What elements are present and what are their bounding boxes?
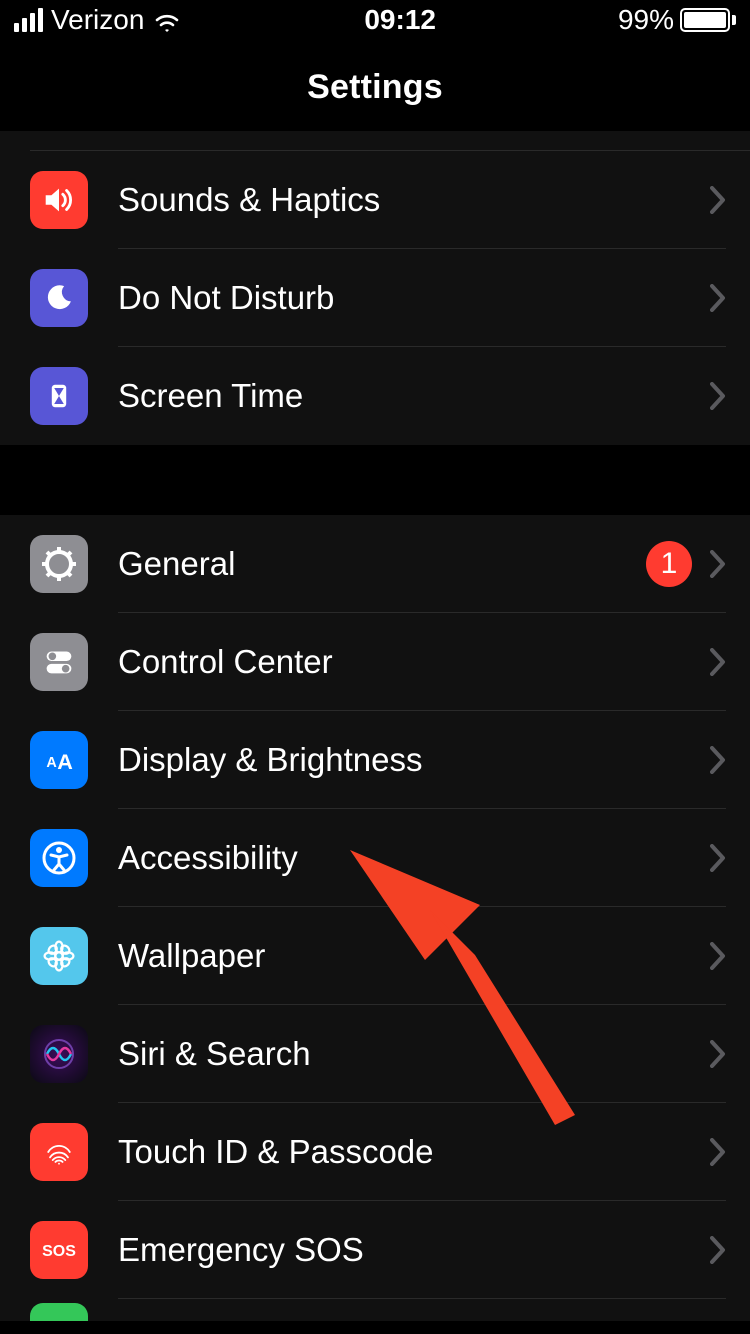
chevron-right-icon [710, 186, 726, 214]
fingerprint-icon [30, 1123, 88, 1181]
chevron-right-icon [710, 382, 726, 410]
row-display-brightness[interactable]: A A Display & Brightness [0, 711, 750, 809]
status-left: Verizon [14, 4, 182, 36]
status-bar: Verizon 09:12 99% [0, 0, 750, 40]
toggles-icon [30, 633, 88, 691]
chevron-right-icon [710, 746, 726, 774]
moon-icon [30, 269, 88, 327]
siri-icon [30, 1025, 88, 1083]
text-size-icon: A A [30, 731, 88, 789]
settings-group-1: Sounds & Haptics Do Not Disturb [0, 151, 750, 445]
notification-badge: 1 [646, 541, 692, 587]
row-control-center[interactable]: Control Center [0, 613, 750, 711]
row-label: Control Center [118, 643, 710, 681]
speaker-icon [30, 171, 88, 229]
row-sounds-haptics[interactable]: Sounds & Haptics [0, 151, 750, 249]
row-label: General [118, 545, 646, 583]
row-emergency-sos[interactable]: SOS Emergency SOS [0, 1201, 750, 1299]
chevron-right-icon [710, 284, 726, 312]
svg-text:A: A [46, 755, 57, 771]
row-touch-id-passcode[interactable]: Touch ID & Passcode [0, 1103, 750, 1201]
settings-list: Sounds & Haptics Do Not Disturb [0, 131, 750, 1321]
chevron-right-icon [710, 942, 726, 970]
svg-text:SOS: SOS [42, 1243, 76, 1260]
chevron-right-icon [710, 1236, 726, 1264]
row-label: Accessibility [118, 839, 710, 877]
signal-icon [14, 8, 43, 32]
flower-icon [30, 927, 88, 985]
chevron-right-icon [710, 648, 726, 676]
row-screen-time[interactable]: Screen Time [0, 347, 750, 445]
battery-percent: 99% [618, 4, 674, 36]
settings-group-2: General 1 Control Center [0, 515, 750, 1321]
row-label: Do Not Disturb [118, 279, 710, 317]
accessibility-icon [30, 829, 88, 887]
row-label: Emergency SOS [118, 1231, 710, 1269]
row-wallpaper[interactable]: Wallpaper [0, 907, 750, 1005]
partial-row-bottom [0, 1299, 750, 1321]
chevron-right-icon [710, 1138, 726, 1166]
group-spacer [0, 445, 750, 515]
partial-row-top [30, 131, 750, 151]
row-accessibility[interactable]: Accessibility [0, 809, 750, 907]
row-label: Siri & Search [118, 1035, 710, 1073]
row-label: Display & Brightness [118, 741, 710, 779]
carrier-label: Verizon [51, 4, 144, 36]
status-time: 09:12 [364, 4, 436, 36]
hourglass-icon [30, 367, 88, 425]
row-general[interactable]: General 1 [0, 515, 750, 613]
chevron-right-icon [710, 550, 726, 578]
chevron-right-icon [710, 844, 726, 872]
battery-icon [680, 8, 736, 32]
gear-icon [30, 535, 88, 593]
row-label: Wallpaper [118, 937, 710, 975]
partial-icon [30, 1303, 88, 1321]
row-label: Sounds & Haptics [118, 181, 710, 219]
row-label: Screen Time [118, 377, 710, 415]
page-title: Settings [0, 40, 750, 131]
sos-icon: SOS [30, 1221, 88, 1279]
wifi-icon [152, 9, 182, 31]
status-right: 99% [618, 4, 736, 36]
row-do-not-disturb[interactable]: Do Not Disturb [0, 249, 750, 347]
svg-text:A: A [57, 749, 73, 774]
row-label: Touch ID & Passcode [118, 1133, 710, 1171]
chevron-right-icon [710, 1040, 726, 1068]
row-siri-search[interactable]: Siri & Search [0, 1005, 750, 1103]
